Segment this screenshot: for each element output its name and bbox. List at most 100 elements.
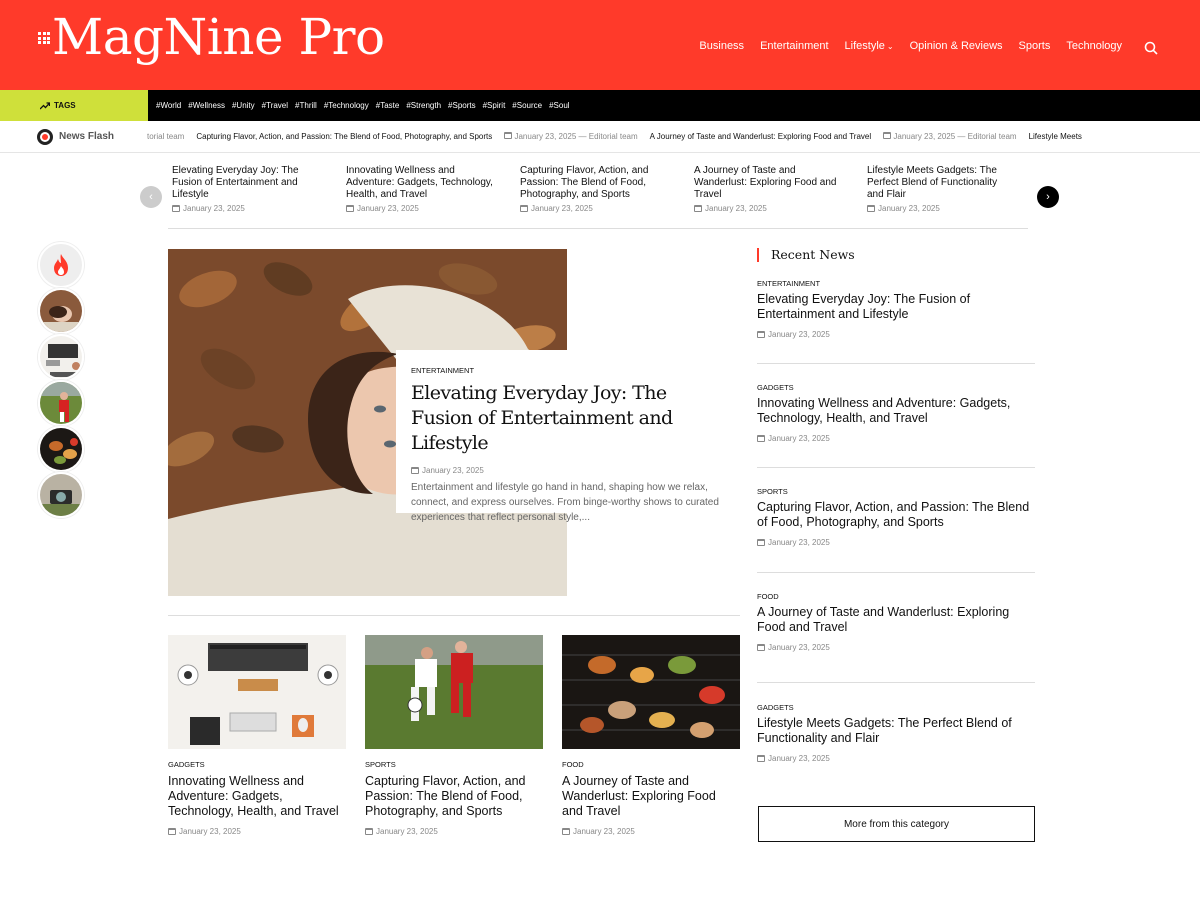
article-card-title[interactable]: Capturing Flavor, Action, and Passion: T… xyxy=(365,774,543,819)
ticker-headline[interactable]: Capturing Flavor, Action, and Passion: T… xyxy=(196,132,492,141)
carousel-item-title[interactable]: Lifestyle Meets Gadgets: The Perfect Ble… xyxy=(867,165,1015,201)
recent-news-title[interactable]: Elevating Everyday Joy: The Fusion of En… xyxy=(757,292,1035,322)
carousel-item-date: January 23, 2025 xyxy=(867,204,1015,213)
ticker-headline[interactable]: A Journey of Taste and Wanderlust: Explo… xyxy=(650,132,871,141)
carousel-next-button[interactable]: › xyxy=(1037,186,1059,208)
divider xyxy=(168,615,740,616)
article-card-category[interactable]: GADGETS xyxy=(168,760,346,769)
recent-news-category[interactable]: SPORTS xyxy=(757,487,1035,496)
nav-opinion-reviews[interactable]: Opinion & Reviews xyxy=(910,40,1003,52)
story-thumb-entertainment[interactable] xyxy=(38,288,84,334)
story-image xyxy=(40,428,82,470)
carousel-item-title[interactable]: Innovating Wellness and Adventure: Gadge… xyxy=(346,165,494,201)
tag-link[interactable]: #World xyxy=(156,101,181,110)
recent-news-title[interactable]: Capturing Flavor, Action, and Passion: T… xyxy=(757,500,1035,530)
carousel-prev-button[interactable]: ‹ xyxy=(140,186,162,208)
menu-dots-icon[interactable] xyxy=(38,32,50,44)
story-thumb-sports[interactable] xyxy=(38,380,84,426)
more-from-category-button[interactable]: More from this category xyxy=(758,806,1035,842)
tag-link[interactable]: #Sports xyxy=(448,101,476,110)
news-flash-bar: News Flash torial team Capturing Flavor,… xyxy=(0,121,1200,153)
recent-news-title[interactable]: Innovating Wellness and Adventure: Gadge… xyxy=(757,396,1035,426)
recent-news-category[interactable]: ENTERTAINMENT xyxy=(757,279,1035,288)
carousel-item-title[interactable]: Capturing Flavor, Action, and Passion: T… xyxy=(520,165,668,201)
story-thumb-gadgets[interactable] xyxy=(38,334,84,380)
carousel-item[interactable]: Innovating Wellness and Adventure: Gadge… xyxy=(346,165,494,213)
carousel-item-title[interactable]: Elevating Everyday Joy: The Fusion of En… xyxy=(172,165,320,201)
story-thumb-lifestyle[interactable] xyxy=(38,472,84,518)
calendar-icon xyxy=(504,132,513,139)
article-card-date-text: January 23, 2025 xyxy=(179,827,241,836)
recent-news-title[interactable]: A Journey of Taste and Wanderlust: Explo… xyxy=(757,605,1035,635)
tag-link[interactable]: #Taste xyxy=(376,101,400,110)
carousel-item[interactable]: Elevating Everyday Joy: The Fusion of En… xyxy=(172,165,320,213)
nav-sports[interactable]: Sports xyxy=(1019,40,1051,52)
nav-lifestyle[interactable]: Lifestyle ⌄ xyxy=(845,40,894,52)
tag-link[interactable]: #Thrill xyxy=(295,101,317,110)
recent-news-title[interactable]: Lifestyle Meets Gadgets: The Perfect Ble… xyxy=(757,716,1035,746)
sports-photo xyxy=(365,635,543,749)
tag-link[interactable]: #Technology xyxy=(324,101,369,110)
search-icon[interactable] xyxy=(1144,41,1158,55)
recent-news-category[interactable]: GADGETS xyxy=(757,383,1035,392)
carousel-item-title[interactable]: A Journey of Taste and Wanderlust: Explo… xyxy=(694,165,842,201)
tag-link[interactable]: #Unity xyxy=(232,101,255,110)
hero-title[interactable]: Elevating Everyday Joy: The Fusion of En… xyxy=(411,381,727,456)
ticker-meta: January 23, 2025 — Editorial team xyxy=(883,132,1017,141)
ticker-author: torial team xyxy=(147,132,185,141)
story-image xyxy=(40,336,82,378)
tag-link[interactable]: #Spirit xyxy=(483,101,506,110)
recent-news-widget: Recent News ENTERTAINMENT Elevating Ever… xyxy=(757,248,1035,808)
nav-entertainment[interactable]: Entertainment xyxy=(760,40,828,52)
article-card-title[interactable]: Innovating Wellness and Adventure: Gadge… xyxy=(168,774,346,819)
carousel-date-text: January 23, 2025 xyxy=(531,204,593,213)
article-card: SPORTS Capturing Flavor, Action, and Pas… xyxy=(365,635,543,836)
carousel-date-text: January 23, 2025 xyxy=(878,204,940,213)
gadgets-photo xyxy=(168,635,346,749)
nav-business[interactable]: Business xyxy=(699,40,744,52)
hero-category[interactable]: ENTERTAINMENT xyxy=(411,366,727,375)
calendar-icon xyxy=(757,755,765,762)
story-thumb-food[interactable] xyxy=(38,426,84,472)
article-card-category[interactable]: FOOD xyxy=(562,760,740,769)
tags-label: TAGS xyxy=(54,101,76,110)
nav-technology[interactable]: Technology xyxy=(1066,40,1122,52)
headline-carousel: ‹ Elevating Everyday Joy: The Fusion of … xyxy=(140,160,1060,230)
trending-fire-button[interactable] xyxy=(38,242,84,288)
calendar-icon xyxy=(694,205,702,212)
calendar-icon xyxy=(867,205,875,212)
recent-news-date-text: January 23, 2025 xyxy=(768,330,830,339)
tag-link[interactable]: #Soul xyxy=(549,101,569,110)
tag-link[interactable]: #Travel xyxy=(262,101,288,110)
food-photo xyxy=(562,635,740,749)
tags-bar: TAGS #World #Wellness #Unity #Travel #Th… xyxy=(0,90,1200,121)
article-card-image[interactable] xyxy=(365,635,543,749)
carousel-item[interactable]: Lifestyle Meets Gadgets: The Perfect Ble… xyxy=(867,165,1015,213)
carousel-item[interactable]: Capturing Flavor, Action, and Passion: T… xyxy=(520,165,668,213)
tag-link[interactable]: #Strength xyxy=(406,101,441,110)
carousel-item-date: January 23, 2025 xyxy=(520,204,668,213)
carousel-item[interactable]: A Journey of Taste and Wanderlust: Explo… xyxy=(694,165,842,213)
story-image xyxy=(40,474,82,516)
article-card-date-text: January 23, 2025 xyxy=(376,827,438,836)
hero-card: ENTERTAINMENT Elevating Everyday Joy: Th… xyxy=(396,350,742,523)
trending-icon xyxy=(40,101,50,109)
recent-news-category[interactable]: FOOD xyxy=(757,592,1035,601)
article-card-category[interactable]: SPORTS xyxy=(365,760,543,769)
tag-link[interactable]: #Wellness xyxy=(188,101,225,110)
divider xyxy=(168,228,1028,229)
article-card-image[interactable] xyxy=(562,635,740,749)
recent-news-item: FOOD A Journey of Taste and Wanderlust: … xyxy=(757,592,1035,652)
recent-news-category[interactable]: GADGETS xyxy=(757,703,1035,712)
site-logo[interactable]: MagNine Pro xyxy=(52,8,385,66)
calendar-icon xyxy=(172,205,180,212)
recent-news-item: GADGETS Lifestyle Meets Gadgets: The Per… xyxy=(757,703,1035,763)
ticker-meta-text: January 23, 2025 — Editorial team xyxy=(893,132,1017,141)
recent-news-date: January 23, 2025 xyxy=(757,434,1035,443)
calendar-icon xyxy=(346,205,354,212)
article-card-image[interactable] xyxy=(168,635,346,749)
tag-link[interactable]: #Source xyxy=(512,101,542,110)
ticker-headline[interactable]: Lifestyle Meets xyxy=(1029,132,1082,141)
nav-lifestyle-label: Lifestyle xyxy=(844,40,885,52)
article-card-title[interactable]: A Journey of Taste and Wanderlust: Explo… xyxy=(562,774,740,819)
